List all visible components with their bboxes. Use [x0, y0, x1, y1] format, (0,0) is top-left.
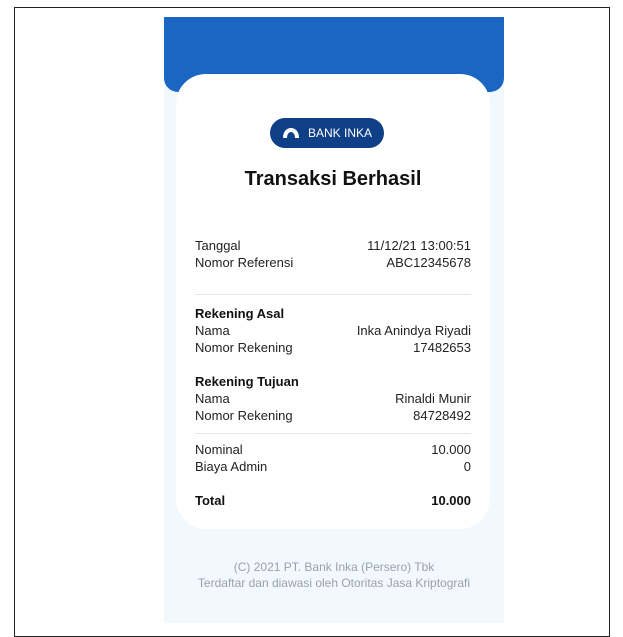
source-name-value: Inka Anindya Riyadi: [356, 323, 471, 338]
footer-copyright: (C) 2021 PT. Bank Inka (Persero) Tbk: [233, 560, 435, 574]
source-name-row: Nama Inka Anindya Riyadi: [195, 322, 471, 339]
reference-value: ABC12345678: [386, 255, 471, 270]
reference-label: Nomor Referensi: [195, 255, 294, 270]
total-value: 10.000: [431, 493, 471, 508]
date-row: Tanggal 11/12/21 13:00:51: [195, 237, 471, 254]
page-title: Transaksi Berhasil: [244, 168, 422, 190]
destination-account-label: Nomor Rekening: [195, 408, 293, 423]
bank-logo: BANK INKA: [270, 118, 384, 148]
destination-account-row: Nomor Rekening 84728492: [195, 407, 471, 424]
nominal-value: 10.000: [431, 442, 471, 457]
receipt-card: BANK INKA Transaksi Berhasil Tanggal 11/…: [176, 74, 490, 529]
reference-row: Nomor Referensi ABC12345678: [195, 254, 471, 271]
source-account-row: Nomor Rekening 17482653: [195, 339, 471, 356]
source-account-heading: Rekening Asal: [195, 306, 285, 321]
bank-logo-icon: [282, 128, 299, 138]
divider: [195, 433, 471, 434]
destination-name-label: Nama: [195, 391, 230, 406]
date-value: 11/12/21 13:00:51: [367, 238, 471, 253]
destination-name-value: Rinaldi Munir: [395, 391, 471, 406]
source-account-value: 17482653: [413, 340, 471, 355]
destination-name-row: Nama Rinaldi Munir: [195, 390, 471, 407]
receipt-screen: BANK INKA Transaksi Berhasil Tanggal 11/…: [164, 17, 504, 623]
admin-fee-row: Biaya Admin 0: [195, 458, 471, 475]
source-name-label: Nama: [195, 323, 230, 338]
admin-fee-label: Biaya Admin: [195, 459, 268, 474]
total-label: Total: [195, 493, 226, 508]
total-row: Total 10.000: [195, 492, 471, 509]
source-account-label: Nomor Rekening: [195, 340, 293, 355]
destination-account-value: 84728492: [413, 408, 471, 423]
admin-fee-value: 0: [463, 459, 471, 474]
nominal-label: Nominal: [195, 442, 243, 457]
footer-regulator: Terdaftar dan diawasi oleh Otoritas Jasa…: [197, 576, 471, 590]
date-label: Tanggal: [195, 238, 241, 253]
destination-account-heading: Rekening Tujuan: [195, 374, 299, 389]
divider: [195, 294, 471, 295]
bank-logo-text: BANK INKA: [307, 126, 373, 140]
nominal-row: Nominal 10.000: [195, 441, 471, 458]
